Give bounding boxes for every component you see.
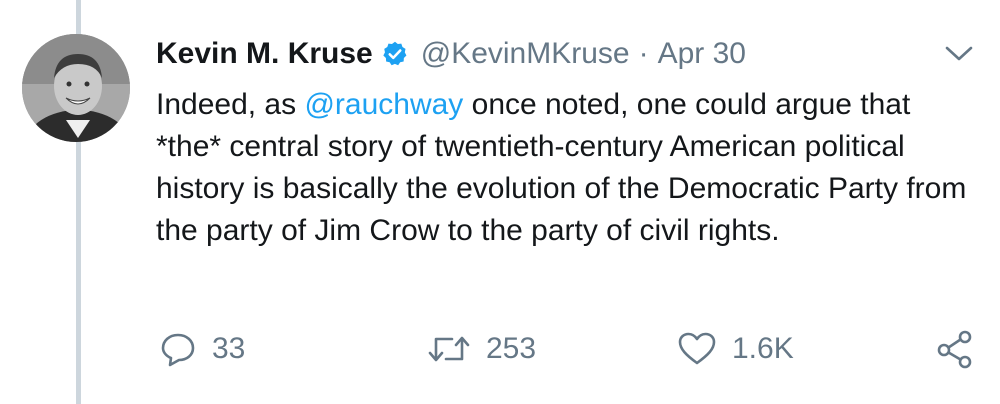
header-separator: · xyxy=(638,37,649,70)
retweet-icon xyxy=(426,329,472,369)
tweet-date[interactable]: Apr 30 xyxy=(658,37,746,71)
share-button[interactable] xyxy=(934,326,976,372)
chevron-down-icon[interactable] xyxy=(944,44,974,64)
author-name[interactable]: Kevin M. Kruse xyxy=(156,37,373,71)
verified-badge-icon xyxy=(381,40,409,68)
like-count: 1.6K xyxy=(732,332,794,365)
retweet-count: 253 xyxy=(486,332,537,365)
retweet-button[interactable]: 253 xyxy=(426,326,536,372)
mention-link[interactable]: @rauchway xyxy=(304,88,463,121)
like-button[interactable]: 1.6K xyxy=(676,326,794,372)
tweet-text: Indeed, as @rauchway once noted, one cou… xyxy=(156,84,976,252)
author-handle[interactable]: @KevinMKruse xyxy=(421,37,630,71)
reply-icon xyxy=(158,329,198,369)
tweet-actions: 33 253 1.6K xyxy=(0,326,1000,372)
reply-count: 33 xyxy=(212,332,246,365)
reply-button[interactable]: 33 xyxy=(158,326,245,372)
tweet-text-start: Indeed, as xyxy=(156,88,305,121)
share-icon xyxy=(934,328,976,370)
tweet-header: Kevin M. Kruse @KevinMKruse · Apr 30 xyxy=(156,32,746,76)
like-icon xyxy=(676,329,718,369)
avatar[interactable] xyxy=(22,34,130,142)
